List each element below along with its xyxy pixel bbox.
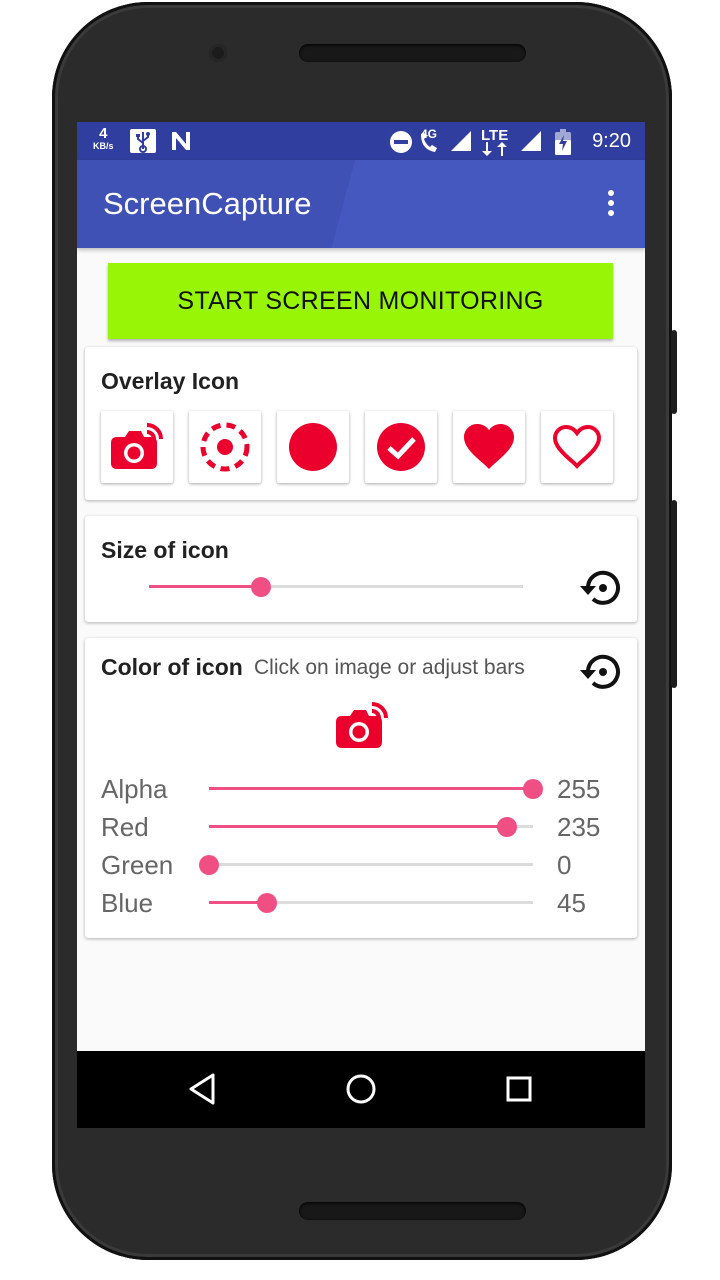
data-transfer-icon [482, 142, 507, 156]
channel-slider-blue[interactable] [199, 892, 543, 914]
overlay-option-target[interactable] [189, 411, 261, 483]
signal-strength-icon [451, 131, 471, 151]
filled-heart-icon [464, 424, 514, 469]
channel-slider-fill [209, 787, 533, 790]
overlay-option-filled-circle[interactable] [277, 411, 349, 483]
more-options-button[interactable] [599, 190, 623, 220]
overlay-icon-title: Overlay Icon [101, 368, 240, 394]
do-not-disturb-icon [390, 131, 412, 153]
start-screen-monitoring-button[interactable]: START SCREEN MONITORING [108, 263, 613, 339]
size-slider-fill [149, 585, 261, 588]
channel-value-blue: 45 [557, 888, 586, 918]
channel-label-green: Green [101, 850, 174, 880]
channel-slider-alpha[interactable] [199, 778, 543, 800]
more-vert-icon [608, 200, 614, 206]
recents-icon[interactable] [501, 1071, 537, 1107]
channel-slider-green[interactable] [199, 854, 543, 876]
size-slider-thumb[interactable] [251, 577, 271, 597]
color-card: Color of icon Click on image or adjust b… [85, 638, 637, 938]
power-button [671, 330, 677, 414]
channel-value-alpha: 255 [557, 774, 601, 804]
network-speed: 4 KB/s [93, 126, 114, 153]
channel-label-alpha: Alpha [101, 774, 168, 804]
color-subtitle: Click on image or adjust bars [254, 656, 525, 679]
overlay-option-outline-heart[interactable] [541, 411, 613, 483]
more-vert-icon [608, 190, 614, 196]
channel-label-blue: Blue [101, 888, 154, 918]
usb-icon [130, 129, 156, 153]
second-signal-icon [521, 131, 541, 151]
more-vert-icon [608, 210, 614, 216]
color-title: Color of icon [101, 654, 243, 680]
channel-value-red: 235 [557, 812, 601, 842]
volume-button [671, 500, 677, 688]
channel-slider-thumb[interactable] [199, 855, 219, 875]
status-bar: 4 KB/s 4G LTE 9:20 [77, 122, 645, 160]
size-title: Size of icon [101, 537, 229, 563]
channel-slider-fill [209, 825, 507, 828]
top-speaker [299, 44, 526, 62]
color-preview-camera-icon[interactable] [336, 702, 388, 750]
overlay-icon-card: Overlay Icon [85, 347, 637, 500]
outline-heart-icon [552, 424, 602, 469]
channel-slider-track [209, 863, 533, 866]
front-camera [209, 44, 227, 62]
overlay-option-camera[interactable] [101, 411, 173, 483]
home-icon[interactable] [343, 1071, 379, 1107]
channel-slider-thumb[interactable] [497, 817, 517, 837]
channel-slider-thumb[interactable] [523, 779, 543, 799]
back-icon[interactable] [185, 1071, 221, 1107]
network-type-label: 4G [421, 127, 438, 141]
channel-value-green: 0 [557, 850, 572, 880]
overlay-option-check-circle[interactable] [365, 411, 437, 483]
screen: 4 KB/s 4G LTE 9:20 ScreenCapture START S… [77, 122, 645, 1128]
size-reset-icon[interactable] [579, 565, 625, 611]
n-notification-icon [172, 132, 190, 150]
network-speed-unit: KB/s [93, 141, 114, 151]
channel-slider-thumb[interactable] [257, 893, 277, 913]
navigation-bar [77, 1051, 645, 1128]
overlay-option-filled-heart[interactable] [453, 411, 525, 483]
battery-charging-icon [555, 129, 571, 155]
target-icon [200, 422, 250, 472]
channel-slider-red[interactable] [199, 816, 543, 838]
clock: 9:20 [592, 130, 631, 152]
filled-circle-icon [289, 423, 337, 471]
check-circle-icon [377, 423, 425, 471]
bottom-speaker [299, 1202, 526, 1220]
size-card: Size of icon [85, 516, 637, 622]
color-reset-icon[interactable] [579, 649, 625, 695]
app-title: ScreenCapture [103, 186, 312, 221]
channel-label-red: Red [101, 812, 149, 842]
size-slider[interactable] [149, 576, 523, 598]
app-toolbar: ScreenCapture [77, 160, 645, 248]
camera-icon [111, 423, 163, 469]
